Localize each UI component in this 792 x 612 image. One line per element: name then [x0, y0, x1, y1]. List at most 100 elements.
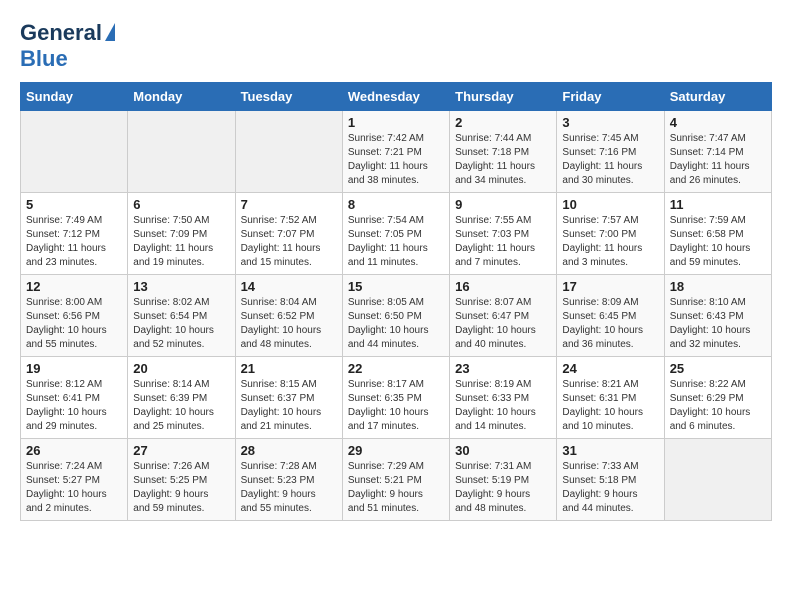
- day-number: 31: [562, 443, 658, 458]
- day-info: Sunrise: 8:05 AM Sunset: 6:50 PM Dayligh…: [348, 296, 444, 352]
- weekday-header-row: SundayMondayTuesdayWednesdayThursdayFrid…: [21, 83, 772, 111]
- day-number: 9: [455, 197, 551, 212]
- calendar-cell: 1 Sunrise: 7:42 AM Sunset: 7:21 PM Daylig…: [342, 111, 449, 193]
- calendar-cell: 20 Sunrise: 8:14 AM Sunset: 6:39 PM Dayli…: [128, 357, 235, 439]
- day-number: 21: [241, 361, 337, 376]
- day-info: Sunrise: 7:42 AM Sunset: 7:21 PM Dayligh…: [348, 132, 444, 188]
- calendar-week-2: 5 Sunrise: 7:49 AM Sunset: 7:12 PM Daylig…: [21, 193, 772, 275]
- day-number: 10: [562, 197, 658, 212]
- day-info: Sunrise: 8:22 AM Sunset: 6:29 PM Dayligh…: [670, 378, 766, 434]
- weekday-header-saturday: Saturday: [664, 83, 771, 111]
- calendar-cell: 5 Sunrise: 7:49 AM Sunset: 7:12 PM Daylig…: [21, 193, 128, 275]
- calendar-cell: 12 Sunrise: 8:00 AM Sunset: 6:56 PM Dayli…: [21, 275, 128, 357]
- calendar-table: SundayMondayTuesdayWednesdayThursdayFrid…: [20, 82, 772, 521]
- calendar-cell: 28 Sunrise: 7:28 AM Sunset: 5:23 PM Dayli…: [235, 439, 342, 521]
- calendar-cell: 23 Sunrise: 8:19 AM Sunset: 6:33 PM Dayli…: [450, 357, 557, 439]
- calendar-cell: 31Sunrise: 7:33 AM Sunset: 5:18 PM Dayli…: [557, 439, 664, 521]
- day-number: 23: [455, 361, 551, 376]
- day-info: Sunrise: 7:28 AM Sunset: 5:23 PM Dayligh…: [241, 460, 337, 516]
- day-info: Sunrise: 8:15 AM Sunset: 6:37 PM Dayligh…: [241, 378, 337, 434]
- day-info: Sunrise: 8:04 AM Sunset: 6:52 PM Dayligh…: [241, 296, 337, 352]
- day-number: 17: [562, 279, 658, 294]
- day-number: 1: [348, 115, 444, 130]
- calendar-cell: 15 Sunrise: 8:05 AM Sunset: 6:50 PM Dayli…: [342, 275, 449, 357]
- day-number: 4: [670, 115, 766, 130]
- day-number: 19: [26, 361, 122, 376]
- day-number: 7: [241, 197, 337, 212]
- day-info: Sunrise: 8:09 AM Sunset: 6:45 PM Dayligh…: [562, 296, 658, 352]
- day-info: Sunrise: 7:54 AM Sunset: 7:05 PM Dayligh…: [348, 214, 444, 270]
- day-number: 11: [670, 197, 766, 212]
- calendar-cell: 21 Sunrise: 8:15 AM Sunset: 6:37 PM Dayli…: [235, 357, 342, 439]
- calendar-week-5: 26Sunrise: 7:24 AM Sunset: 5:27 PM Dayli…: [21, 439, 772, 521]
- calendar-cell: 26Sunrise: 7:24 AM Sunset: 5:27 PM Dayli…: [21, 439, 128, 521]
- day-info: Sunrise: 7:24 AM Sunset: 5:27 PM Dayligh…: [26, 460, 122, 516]
- day-info: Sunrise: 8:00 AM Sunset: 6:56 PM Dayligh…: [26, 296, 122, 352]
- day-number: 24: [562, 361, 658, 376]
- day-info: Sunrise: 7:49 AM Sunset: 7:12 PM Dayligh…: [26, 214, 122, 270]
- weekday-header-friday: Friday: [557, 83, 664, 111]
- day-number: 25: [670, 361, 766, 376]
- day-info: Sunrise: 8:21 AM Sunset: 6:31 PM Dayligh…: [562, 378, 658, 434]
- logo-triangle-icon: [105, 23, 115, 41]
- day-number: 18: [670, 279, 766, 294]
- day-number: 5: [26, 197, 122, 212]
- day-info: Sunrise: 7:47 AM Sunset: 7:14 PM Dayligh…: [670, 132, 766, 188]
- day-info: Sunrise: 7:52 AM Sunset: 7:07 PM Dayligh…: [241, 214, 337, 270]
- day-info: Sunrise: 8:17 AM Sunset: 6:35 PM Dayligh…: [348, 378, 444, 434]
- weekday-header-thursday: Thursday: [450, 83, 557, 111]
- day-number: 2: [455, 115, 551, 130]
- day-number: 22: [348, 361, 444, 376]
- calendar-cell: 6 Sunrise: 7:50 AM Sunset: 7:09 PM Daylig…: [128, 193, 235, 275]
- calendar-cell: 19Sunrise: 8:12 AM Sunset: 6:41 PM Dayli…: [21, 357, 128, 439]
- day-info: Sunrise: 7:57 AM Sunset: 7:00 PM Dayligh…: [562, 214, 658, 270]
- day-number: 6: [133, 197, 229, 212]
- day-number: 16: [455, 279, 551, 294]
- calendar-cell: 18Sunrise: 8:10 AM Sunset: 6:43 PM Dayli…: [664, 275, 771, 357]
- day-number: 27: [133, 443, 229, 458]
- day-number: 15: [348, 279, 444, 294]
- day-number: 20: [133, 361, 229, 376]
- day-number: 14: [241, 279, 337, 294]
- calendar-cell: [235, 111, 342, 193]
- calendar-cell: 2 Sunrise: 7:44 AM Sunset: 7:18 PM Daylig…: [450, 111, 557, 193]
- logo: General Blue: [20, 20, 115, 72]
- weekday-header-sunday: Sunday: [21, 83, 128, 111]
- calendar-cell: 4 Sunrise: 7:47 AM Sunset: 7:14 PM Daylig…: [664, 111, 771, 193]
- calendar-week-4: 19Sunrise: 8:12 AM Sunset: 6:41 PM Dayli…: [21, 357, 772, 439]
- day-number: 29: [348, 443, 444, 458]
- day-info: Sunrise: 7:59 AM Sunset: 6:58 PM Dayligh…: [670, 214, 766, 270]
- day-info: Sunrise: 8:19 AM Sunset: 6:33 PM Dayligh…: [455, 378, 551, 434]
- weekday-header-wednesday: Wednesday: [342, 83, 449, 111]
- calendar-cell: 24 Sunrise: 8:21 AM Sunset: 6:31 PM Dayli…: [557, 357, 664, 439]
- calendar-cell: [21, 111, 128, 193]
- logo-general: General: [20, 20, 102, 46]
- day-info: Sunrise: 8:02 AM Sunset: 6:54 PM Dayligh…: [133, 296, 229, 352]
- day-number: 28: [241, 443, 337, 458]
- page-header: General Blue: [20, 20, 772, 72]
- day-info: Sunrise: 7:29 AM Sunset: 5:21 PM Dayligh…: [348, 460, 444, 516]
- day-info: Sunrise: 7:44 AM Sunset: 7:18 PM Dayligh…: [455, 132, 551, 188]
- calendar-cell: 17 Sunrise: 8:09 AM Sunset: 6:45 PM Dayli…: [557, 275, 664, 357]
- calendar-cell: 29 Sunrise: 7:29 AM Sunset: 5:21 PM Dayli…: [342, 439, 449, 521]
- calendar-cell: 27 Sunrise: 7:26 AM Sunset: 5:25 PM Dayli…: [128, 439, 235, 521]
- day-number: 30: [455, 443, 551, 458]
- day-info: Sunrise: 7:50 AM Sunset: 7:09 PM Dayligh…: [133, 214, 229, 270]
- calendar-cell: 13Sunrise: 8:02 AM Sunset: 6:54 PM Dayli…: [128, 275, 235, 357]
- calendar-cell: 16Sunrise: 8:07 AM Sunset: 6:47 PM Dayli…: [450, 275, 557, 357]
- calendar-cell: 14 Sunrise: 8:04 AM Sunset: 6:52 PM Dayli…: [235, 275, 342, 357]
- calendar-cell: [128, 111, 235, 193]
- day-info: Sunrise: 8:14 AM Sunset: 6:39 PM Dayligh…: [133, 378, 229, 434]
- calendar-week-3: 12 Sunrise: 8:00 AM Sunset: 6:56 PM Dayli…: [21, 275, 772, 357]
- day-number: 8: [348, 197, 444, 212]
- day-info: Sunrise: 7:26 AM Sunset: 5:25 PM Dayligh…: [133, 460, 229, 516]
- calendar-cell: 25 Sunrise: 8:22 AM Sunset: 6:29 PM Dayli…: [664, 357, 771, 439]
- day-number: 3: [562, 115, 658, 130]
- weekday-header-monday: Monday: [128, 83, 235, 111]
- calendar-cell: 10 Sunrise: 7:57 AM Sunset: 7:00 PM Dayli…: [557, 193, 664, 275]
- day-info: Sunrise: 7:45 AM Sunset: 7:16 PM Dayligh…: [562, 132, 658, 188]
- day-number: 12: [26, 279, 122, 294]
- logo-blue: Blue: [20, 46, 68, 71]
- calendar-week-1: 1 Sunrise: 7:42 AM Sunset: 7:21 PM Daylig…: [21, 111, 772, 193]
- calendar-cell: 9Sunrise: 7:55 AM Sunset: 7:03 PM Daylig…: [450, 193, 557, 275]
